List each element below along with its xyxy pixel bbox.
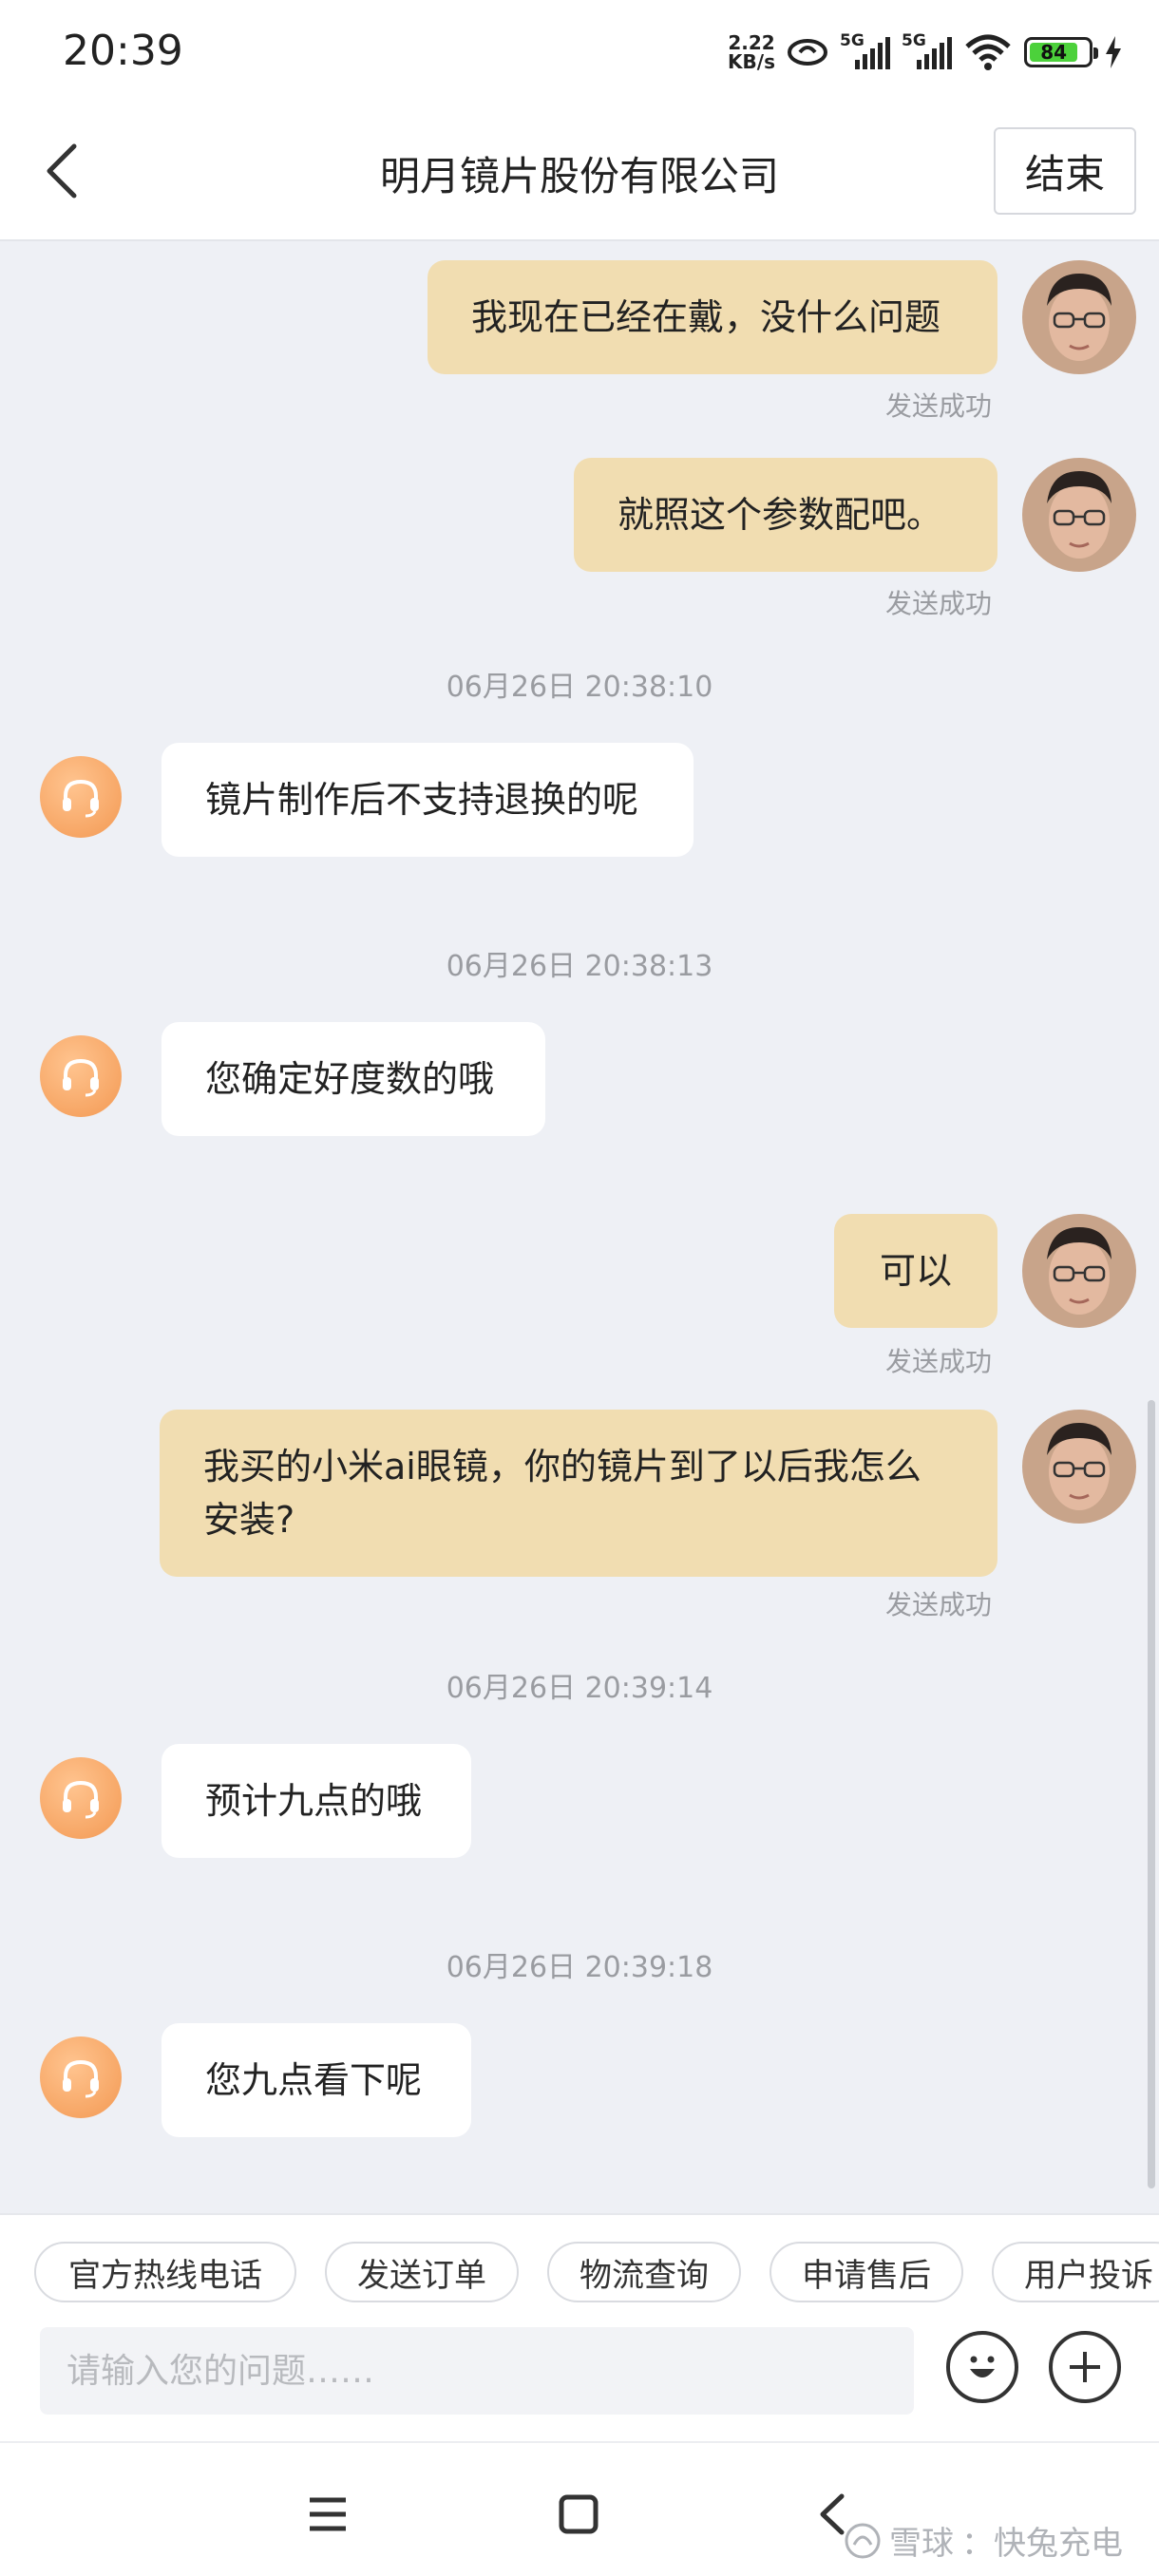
quick-action-hotline[interactable]: 官方热线电话	[34, 2242, 296, 2302]
sim1-signal-icon: 5G	[840, 31, 890, 69]
page-title: 明月镜片股份有限公司	[379, 153, 779, 199]
user-avatar[interactable]	[1022, 458, 1136, 572]
status-bar: 20:39 2.22 KB/s 5G 5G 84	[0, 0, 1159, 104]
my-message: 就照这个参数配吧。	[574, 458, 998, 572]
hd-link-icon	[788, 39, 827, 66]
add-button[interactable]	[1049, 2331, 1121, 2403]
headset-icon	[63, 1058, 99, 1097]
message-timestamp: 06月26日 20:39:14	[446, 1672, 713, 1705]
chat-scrollbar[interactable]	[1148, 1400, 1155, 2188]
end-chat-button[interactable]: 结束	[994, 127, 1136, 215]
user-avatar[interactable]	[1022, 1214, 1136, 1328]
user-avatar[interactable]	[1022, 260, 1136, 374]
my-message: 可以	[834, 1214, 998, 1328]
agent-message: 您九点看下呢	[162, 2023, 471, 2137]
headset-icon	[63, 1780, 99, 1819]
quick-action-send-order[interactable]: 发送订单	[325, 2242, 519, 2302]
sent-status: 发送成功	[885, 588, 993, 619]
sim2-signal-icon: 5G	[902, 31, 952, 69]
quick-actions-bar: 官方热线电话 发送订单 物流查询 申请售后 用户投诉	[0, 2213, 1159, 2318]
agent-message: 预计九点的哦	[162, 1744, 471, 1858]
quick-action-logistics[interactable]: 物流查询	[547, 2242, 741, 2302]
agent-avatar[interactable]	[40, 1757, 122, 1839]
snowball-logo-icon	[845, 2523, 881, 2558]
home-button[interactable]	[545, 2481, 612, 2548]
message-timestamp: 06月26日 20:38:10	[446, 671, 713, 704]
user-avatar[interactable]	[1022, 1410, 1136, 1524]
message-timestamp: 06月26日 20:39:18	[446, 1951, 713, 1984]
status-icons: 2.22 KB/s 5G 5G 84	[728, 28, 1123, 76]
net-speed: 2.22 KB/s	[728, 31, 775, 73]
wifi-icon	[965, 34, 1011, 70]
emoji-button[interactable]	[946, 2331, 1018, 2403]
emoji-icon	[970, 2356, 995, 2377]
system-nav-bar: 雪球 ：快兔充电	[0, 2441, 1159, 2576]
battery-icon: 84	[1024, 37, 1098, 67]
recents-button[interactable]	[294, 2481, 361, 2548]
headset-icon	[63, 779, 99, 818]
message-timestamp: 06月26日 20:38:13	[446, 950, 713, 983]
menu-icon	[310, 2497, 346, 2531]
square-icon	[559, 2494, 598, 2534]
watermark: 雪球 ：快兔充电	[844, 2517, 1123, 2564]
agent-avatar[interactable]	[40, 756, 122, 838]
chat-header: 明月镜片股份有限公司 结束	[0, 104, 1159, 241]
quick-action-complaint[interactable]: 用户投诉	[992, 2242, 1159, 2302]
battery-level: 84	[1030, 41, 1078, 64]
headset-icon	[63, 2059, 99, 2098]
charging-icon	[1106, 36, 1121, 68]
chat-area[interactable]: 我现在已经在戴，没什么问题 发送成功 就照这个参数配吧。 发送成功 06月26日…	[0, 241, 1159, 2213]
agent-message: 您确定好度数的哦	[162, 1022, 545, 1136]
sent-status: 发送成功	[885, 1346, 993, 1377]
message-input[interactable]	[40, 2327, 914, 2415]
plus-icon	[1070, 2352, 1100, 2382]
my-message: 我买的小米ai眼镜，你的镜片到了以后我怎么安装?	[160, 1410, 998, 1577]
input-bar	[0, 2318, 1159, 2441]
status-time: 20:39	[63, 27, 183, 75]
my-message: 我现在已经在戴，没什么问题	[428, 260, 998, 374]
quick-action-after-sales[interactable]: 申请售后	[770, 2242, 963, 2302]
sent-status: 发送成功	[885, 1589, 993, 1620]
agent-message: 镜片制作后不支持退换的呢	[162, 743, 694, 857]
sent-status: 发送成功	[885, 390, 993, 422]
agent-avatar[interactable]	[40, 1035, 122, 1117]
agent-avatar[interactable]	[40, 2036, 122, 2118]
